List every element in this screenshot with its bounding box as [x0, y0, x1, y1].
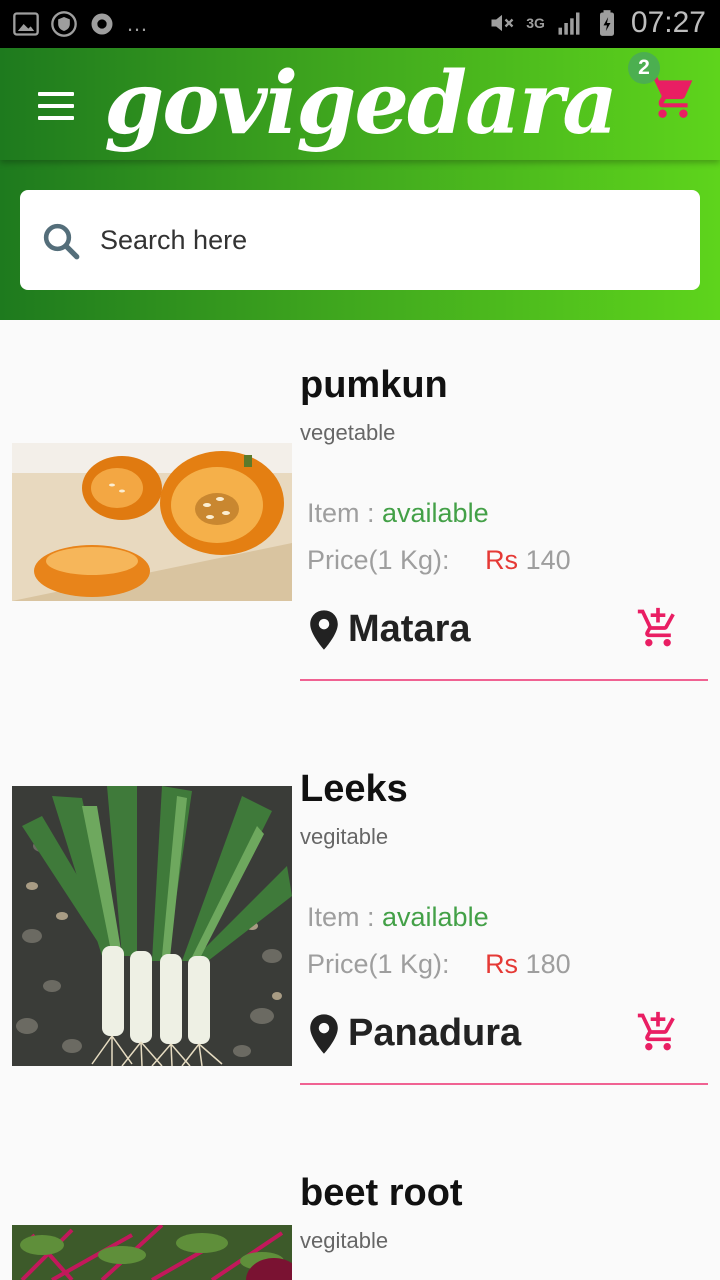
product-name: beet root — [300, 1172, 463, 1214]
product-location: Matara — [308, 608, 471, 651]
product-name: pumkun — [300, 364, 448, 406]
location-text: Matara — [348, 608, 471, 650]
status-right-icons: 3G 07:27 — [488, 6, 706, 40]
app-bar: govigedara 2 — [0, 48, 720, 160]
location-pin-icon — [310, 1013, 338, 1054]
divider — [300, 1083, 708, 1085]
price-currency: Rs — [485, 949, 519, 979]
product-card[interactable]: pumkun vegetable Item : available Price(… — [0, 320, 720, 720]
availability-label: Item : — [307, 498, 383, 528]
product-location: Panadura — [308, 1012, 521, 1055]
add-shopping-cart-icon — [637, 607, 675, 647]
status-time: 07:27 — [630, 6, 706, 39]
product-image — [12, 786, 292, 1066]
cart-count-badge: 2 — [628, 52, 660, 84]
pumpkin-photo — [12, 443, 292, 601]
product-price: Price(1 Kg): Rs 180 — [307, 949, 571, 980]
add-to-cart-button[interactable] — [636, 1010, 680, 1054]
product-name: Leeks — [300, 768, 408, 810]
mute-icon — [491, 14, 514, 32]
price-label: Price(1 Kg): — [307, 949, 450, 979]
product-category: vegitable — [300, 1228, 389, 1253]
price-amount: 140 — [525, 545, 571, 575]
sync-icon — [91, 13, 113, 35]
availability-value: available — [382, 498, 489, 528]
availability-value: available — [382, 902, 489, 932]
availability-label: Item : — [307, 902, 383, 932]
divider — [300, 679, 708, 681]
leeks-photo — [12, 786, 292, 1066]
product-availability: Item : available — [307, 902, 489, 933]
search-icon — [43, 223, 80, 260]
status-bar: … 3G 07:27 — [0, 0, 720, 48]
product-category: vegitable — [300, 824, 389, 849]
beetroot-photo — [12, 1225, 292, 1280]
product-image — [12, 443, 292, 601]
add-to-cart-button[interactable] — [636, 606, 680, 650]
battery-charging-icon — [599, 10, 614, 36]
product-card[interactable]: Leeks vegitable Item : available Price(1… — [0, 724, 720, 1124]
image-icon — [13, 12, 39, 36]
header: govigedara 2 — [0, 48, 720, 320]
location-pin-icon — [310, 609, 338, 650]
search-input[interactable] — [100, 216, 660, 264]
location-text: Panadura — [348, 1012, 522, 1054]
price-label: Price(1 Kg): — [307, 545, 450, 575]
cart-button[interactable] — [648, 72, 698, 122]
product-card[interactable]: beet root vegitable — [0, 1128, 720, 1280]
product-category: vegetable — [300, 420, 396, 445]
signal-icon — [558, 12, 580, 35]
more-dots-icon: … — [126, 11, 150, 36]
product-availability: Item : available — [307, 498, 489, 529]
price-currency: Rs — [485, 545, 519, 575]
product-price: Price(1 Kg): Rs 140 — [307, 545, 571, 576]
network-type: 3G — [526, 15, 545, 31]
search-bar[interactable] — [20, 190, 700, 290]
product-image — [12, 1225, 292, 1280]
shield-icon — [51, 11, 77, 37]
add-shopping-cart-icon — [637, 1011, 675, 1051]
price-amount: 180 — [525, 949, 571, 979]
shopping-cart-icon — [650, 76, 693, 118]
status-left-icons: … — [12, 10, 150, 38]
app-title: govigedara — [104, 53, 618, 154]
